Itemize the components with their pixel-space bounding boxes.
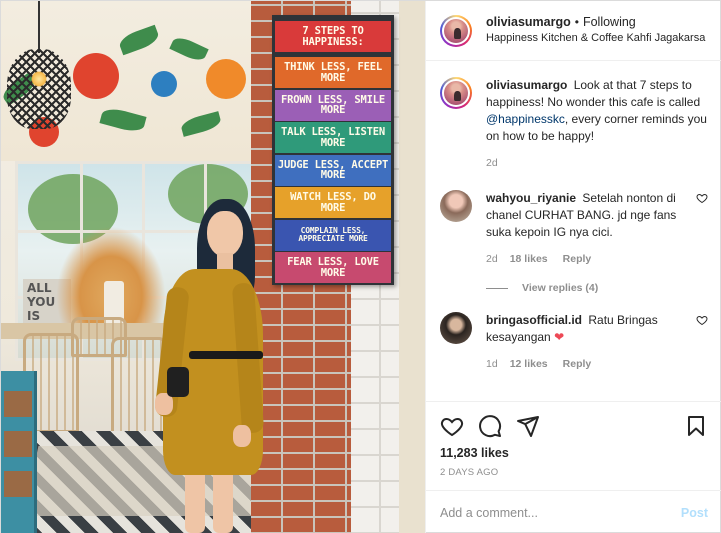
sign-line: TALK LESS, LISTEN MORE [275,122,391,153]
mural-flower [73,53,119,99]
comment-age[interactable]: 1d [486,356,498,373]
like-comment-heart-icon[interactable] [696,192,708,204]
pampas-vase [56,226,166,336]
comment: bringasofficial.id Ratu Bringas kesayang… [440,312,708,373]
sign-line: THINK LESS, FEEL MORE [275,57,391,88]
rattan-pendant-lamp [7,49,71,129]
avatar-image [444,18,468,43]
separator-dot: • [574,15,579,30]
sign-title: 7 STEPS TO HAPPINESS: [275,21,391,52]
sign-line: FEAR LESS, LOVE MORE [275,252,391,283]
sign-line: FROWN LESS, SMILE MORE [275,89,391,121]
caption: oliviasumargo Look at that 7 steps to ha… [440,77,708,172]
avatar[interactable] [440,14,472,47]
happiness-sign: 7 STEPS TO HAPPINESS: THINK LESS, FEEL M… [272,15,394,285]
comment-username[interactable]: bringasofficial.id [486,313,582,327]
likes-count[interactable]: 11,283 likes [440,446,708,460]
mural-leaf [99,105,147,135]
sign-line: JUDGE LESS, ACCEPT MORE [275,154,391,186]
commenter-avatar[interactable] [440,312,472,344]
view-replies-button[interactable]: View replies (4) [486,282,708,294]
mural-leaf [179,111,223,137]
sign-line: WATCH LESS, DO MORE [275,187,391,218]
comment-likes[interactable]: 12 likes [510,356,548,373]
hand [233,425,251,447]
caption-username[interactable]: oliviasumargo [486,78,567,92]
mural-flower [206,59,246,99]
reply-button[interactable]: Reply [563,251,592,268]
lamp-cord [38,1,40,53]
belt [189,351,263,359]
mural-leaf [117,24,161,56]
save-bookmark-icon[interactable] [684,414,708,438]
sign-line: COMPLAIN LESS, APPRECIATE MORE [275,219,391,251]
like-heart-icon[interactable] [440,414,464,438]
avatar[interactable] [440,77,472,109]
post-comment-button[interactable]: Post [681,506,708,520]
back-wall [399,1,425,533]
comment-bubble-icon[interactable] [478,414,502,438]
comment-age[interactable]: 2d [486,251,498,268]
share-paper-plane-icon[interactable] [516,414,540,438]
location-link[interactable]: Happiness Kitchen & Coffee Kahfi Jagakar… [486,32,705,46]
mention-link[interactable]: @happinesskc [486,112,565,126]
instagram-post-modal: ALL YOU IS 7 STEPS TO HAPPINESS: THINK L… [0,0,721,533]
post-actions: 11,283 likes 2 DAYS AGO [426,401,721,490]
caption-age[interactable]: 2d [486,155,498,172]
view-replies-label: View replies (4) [522,282,599,294]
comment-composer: Post [426,490,721,533]
header-username[interactable]: oliviasumargo [486,15,571,31]
avatar-image [444,81,468,105]
rattan-chair [71,317,127,357]
post-timestamp[interactable]: 2 DAYS AGO [440,467,708,478]
post-photo[interactable]: ALL YOU IS 7 STEPS TO HAPPINESS: THINK L… [1,1,425,533]
comment-likes[interactable]: 18 likes [510,251,548,268]
comments-list[interactable]: oliviasumargo Look at that 7 steps to ha… [426,61,721,401]
handbag [167,367,189,397]
add-comment-input[interactable] [440,505,681,520]
face [207,211,243,257]
reply-button[interactable]: Reply [563,356,592,373]
comment: wahyou_riyanie Setelah nonton di chanel … [440,190,708,268]
like-comment-heart-icon[interactable] [696,314,708,326]
red-heart-emoji: ❤ [554,330,565,344]
following-button[interactable]: Following [583,15,636,31]
commenter-avatar[interactable] [440,190,472,222]
post-details-panel: oliviasumargo • Following Happiness Kitc… [425,1,721,533]
comment-username[interactable]: wahyou_riyanie [486,191,576,205]
lamp-bulb [31,71,47,87]
mural-leaf [169,34,209,64]
post-header: oliviasumargo • Following Happiness Kitc… [426,1,721,61]
mural-flower [151,71,177,97]
blue-shelf [1,371,37,533]
